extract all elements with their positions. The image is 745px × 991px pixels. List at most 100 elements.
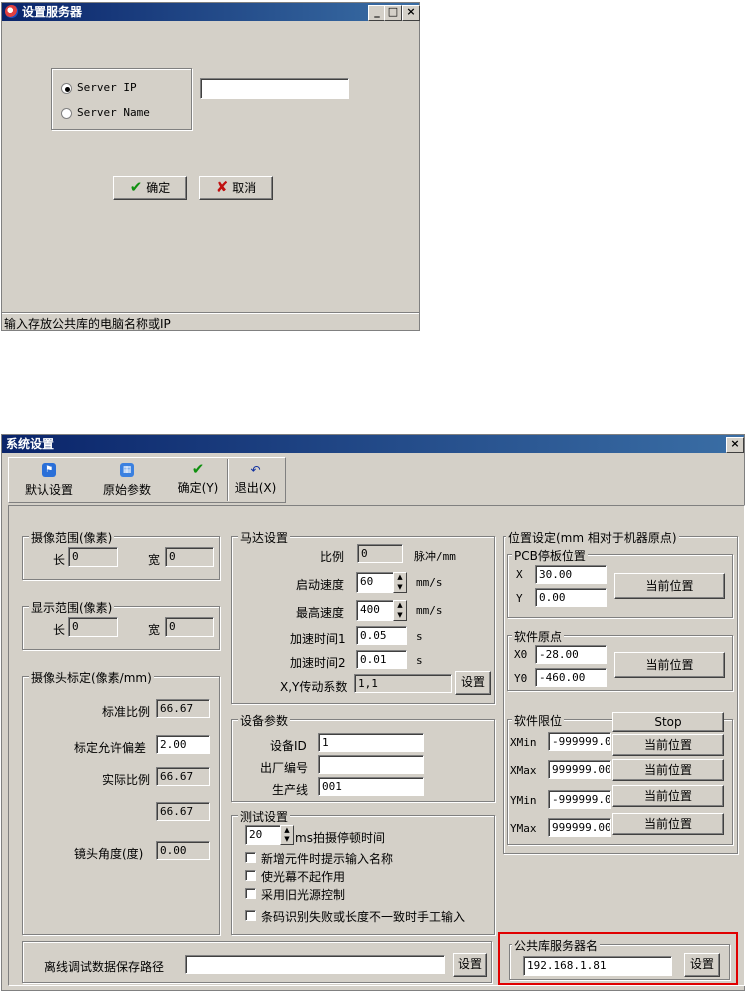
down-arrow-icon: ▼	[397, 610, 403, 619]
ok-button[interactable]: ✔ 确定	[113, 176, 187, 200]
line-field[interactable]: 001	[318, 777, 424, 796]
pcb-current-position-button[interactable]: 当前位置	[614, 573, 725, 599]
motor-ratio-field[interactable]: 0	[357, 544, 403, 563]
xmin-field[interactable]: -999999.00	[548, 732, 611, 751]
actual-ratio-field[interactable]: 66.67	[156, 767, 210, 786]
start-speed-unit: mm/s	[416, 576, 443, 589]
accel1-field[interactable]: 0.05	[356, 626, 407, 645]
serial-label: 出厂编号	[260, 761, 309, 775]
device-id-field[interactable]: 1	[318, 733, 424, 752]
toolbar-original-params[interactable]: ▦ 原始参数	[94, 461, 160, 501]
origin-y0-field[interactable]: -460.00	[535, 668, 607, 687]
maximize-button[interactable]: □	[384, 5, 402, 21]
pcb-x-field[interactable]: 30.00	[535, 565, 607, 584]
tolerance-field[interactable]: 2.00	[156, 735, 210, 754]
radio-server-name[interactable]	[61, 108, 72, 119]
checkbox-disable-curtain-label[interactable]: 使光幕不起作用	[261, 868, 345, 885]
status-bar: 输入存放公共库的电脑名称或IP	[2, 312, 419, 331]
xmin-current-position-button[interactable]: 当前位置	[612, 734, 724, 756]
up-arrow-icon: ▲	[397, 601, 403, 609]
exit-label: 退出(X)	[234, 481, 277, 495]
accel1-unit: s	[416, 630, 423, 643]
radio-server-ip-label[interactable]: Server IP	[77, 81, 137, 94]
xy-coeff-set-button[interactable]: 设置	[455, 671, 491, 695]
public-server-set-button[interactable]: 设置	[684, 953, 720, 977]
toolbar-ok[interactable]: ✔ 确定(Y)	[170, 461, 226, 501]
cancel-label: 取消	[232, 181, 257, 195]
checkbox-old-light-label[interactable]: 采用旧光源控制	[261, 886, 345, 903]
test-title: 测试设置	[238, 808, 291, 825]
checkmark-icon: ✔	[191, 460, 205, 478]
max-speed-field[interactable]: 400	[356, 600, 394, 621]
pcb-title: PCB停板位置	[512, 547, 588, 564]
actual-ratio-label: 实际比例	[102, 773, 151, 787]
checkbox-manual-barcode-label[interactable]: 条码识别失败或长度不一致时手工输入	[261, 908, 465, 925]
radio-server-ip[interactable]	[61, 83, 72, 94]
toolbar-default-settings[interactable]: ⚑ 默认设置	[16, 461, 82, 501]
ymin-field[interactable]: -999999.00	[548, 790, 611, 809]
checkbox-old-light[interactable]	[245, 888, 256, 899]
window-title: 系统设置	[6, 437, 55, 451]
max-speed-spinner[interactable]: ▲ ▼	[393, 600, 407, 621]
xy-coeff-label: X,Y传动系数	[280, 680, 348, 694]
pause-field[interactable]: 20	[245, 825, 281, 845]
up-arrow-icon: ▲	[397, 573, 403, 581]
accel2-field[interactable]: 0.01	[356, 650, 407, 669]
checkmark-icon: ✔	[129, 178, 143, 196]
radio-server-name-label[interactable]: Server Name	[77, 106, 150, 119]
app-icon	[5, 5, 18, 18]
origin-current-position-button[interactable]: 当前位置	[614, 652, 725, 678]
offline-path-field[interactable]	[185, 955, 445, 974]
ymax-current-position-button[interactable]: 当前位置	[612, 813, 724, 835]
pcb-y-label: Y	[516, 592, 523, 605]
lens-angle-field[interactable]: 0.00	[156, 841, 210, 860]
cancel-button[interactable]: ✘ 取消	[199, 176, 273, 200]
origin-x0-field[interactable]: -28.00	[535, 645, 607, 664]
checkbox-manual-barcode[interactable]	[245, 910, 256, 921]
undo-icon: ↶	[250, 463, 261, 477]
close-button[interactable]: ×	[726, 437, 744, 453]
std-ratio-field[interactable]: 66.67	[156, 699, 210, 718]
std-ratio-label: 标准比例	[102, 705, 151, 719]
device-title: 设备参数	[238, 712, 291, 729]
camera-length-label: 长	[53, 553, 66, 567]
xy-coeff-field[interactable]: 1,1	[354, 674, 452, 693]
window-title: 设置服务器	[22, 5, 83, 19]
display-width-field[interactable]: 0	[165, 617, 214, 637]
checkbox-disable-curtain[interactable]	[245, 870, 256, 881]
windows-icon: ▦	[120, 463, 134, 477]
server-input[interactable]	[200, 78, 349, 99]
xmax-field[interactable]: 999999.00	[548, 760, 611, 779]
accel2-unit: s	[416, 654, 423, 667]
serial-field[interactable]	[318, 755, 424, 774]
ok-label: 确定(Y)	[177, 481, 219, 495]
motor-title: 马达设置	[238, 529, 291, 546]
offline-path-label: 离线调试数据保存路径	[44, 960, 165, 974]
origin-x0-label: X0	[514, 648, 528, 661]
start-speed-spinner[interactable]: ▲ ▼	[393, 572, 407, 593]
pcb-y-field[interactable]: 0.00	[535, 588, 607, 607]
start-speed-field[interactable]: 60	[356, 572, 394, 593]
checkbox-prompt-name-label[interactable]: 新增元件时提示输入名称	[261, 850, 393, 867]
extra-ratio-field[interactable]: 66.67	[156, 802, 210, 821]
display-length-field[interactable]: 0	[68, 617, 118, 637]
line-label: 生产线	[272, 783, 309, 797]
toolbar-exit[interactable]: ↶ 退出(X)	[227, 459, 283, 501]
display-range-title: 显示范围(像素)	[29, 599, 115, 616]
stop-button[interactable]: Stop	[612, 712, 724, 732]
checkbox-prompt-name[interactable]	[245, 852, 256, 863]
motor-ratio-unit: 脉冲/mm	[414, 550, 456, 563]
offline-path-set-button[interactable]: 设置	[453, 953, 487, 977]
system-settings-dialog: 系统设置 × ⚑ 默认设置 ▦ 原始参数 ✔ 确定(Y) ↶ 退出(X) 摄像范…	[1, 434, 745, 991]
xmax-current-position-button[interactable]: 当前位置	[612, 759, 724, 781]
public-server-title: 公共库服务器名	[512, 937, 601, 954]
server-settings-dialog: 设置服务器 _ □ × Server IP Server Name ✔ 确定 ✘…	[1, 2, 420, 331]
pause-spinner[interactable]: ▲ ▼	[280, 825, 294, 845]
ymax-field[interactable]: 999999.00	[548, 818, 611, 837]
close-button[interactable]: ×	[402, 5, 420, 21]
ymin-current-position-button[interactable]: 当前位置	[612, 785, 724, 807]
camera-length-field[interactable]: 0	[68, 547, 118, 567]
public-server-field[interactable]: 192.168.1.81	[523, 956, 672, 976]
camera-width-field[interactable]: 0	[165, 547, 214, 567]
default-settings-label: 默认设置	[24, 483, 73, 497]
